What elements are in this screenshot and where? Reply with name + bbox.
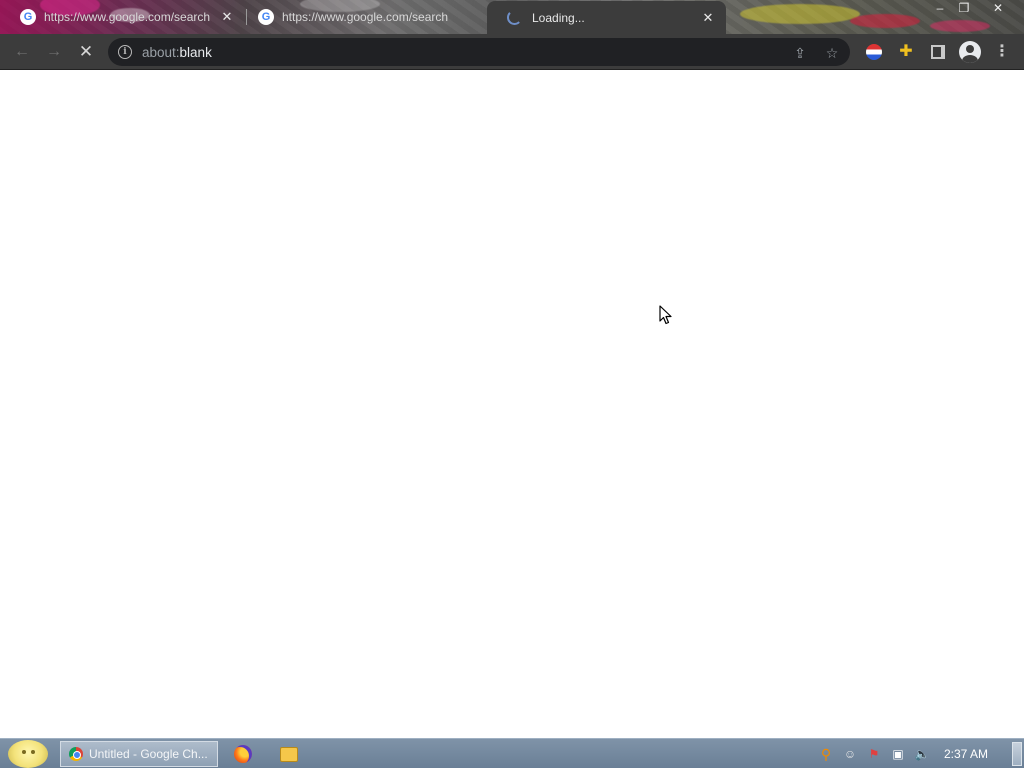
restore-icon[interactable]: ❐ <box>952 0 976 18</box>
theme-splatter <box>850 14 920 28</box>
page-content[interactable] <box>0 70 1024 738</box>
tab-close-icon[interactable]: ✕ <box>700 10 716 26</box>
url-scheme: about: <box>142 44 180 60</box>
share-icon[interactable]: ⇪ <box>792 45 808 61</box>
theme-splatter <box>740 4 860 24</box>
network-icon[interactable]: ▣ <box>890 746 906 762</box>
bookmark-star-icon[interactable]: ☆ <box>824 45 840 61</box>
chrome-icon <box>69 747 83 761</box>
theme-splatter <box>930 20 990 32</box>
loading-spinner-icon <box>507 10 522 25</box>
screen: G https://www.google.com/search ✕ G http… <box>0 0 1024 768</box>
google-g-icon: G <box>20 9 36 25</box>
forward-arrow-icon[interactable]: → <box>42 40 66 64</box>
extensions-puzzle-icon[interactable]: ✚ <box>896 42 916 62</box>
menu-kebab-icon[interactable]: ⋮ <box>992 42 1012 62</box>
folder-icon[interactable] <box>280 747 298 762</box>
search-magnifier-icon[interactable]: ⚲ <box>818 746 834 762</box>
address-bar[interactable]: i about:blank ⇪ ☆ <box>108 38 850 66</box>
tab-title: https://www.google.com/search <box>282 10 449 24</box>
back-arrow-icon[interactable]: ← <box>10 40 34 64</box>
site-info-icon[interactable]: i <box>118 45 132 59</box>
browser-toolbar: ← → ✕ i about:blank ⇪ ☆ ✚ ⋮ <box>0 34 1024 70</box>
start-smiley-icon[interactable] <box>8 740 48 768</box>
close-icon[interactable]: ✕ <box>986 0 1010 18</box>
tab-close-icon[interactable]: ✕ <box>219 9 235 25</box>
extension-flag-icon[interactable] <box>864 42 884 62</box>
stop-loading-icon[interactable]: ✕ <box>74 40 98 64</box>
volume-icon[interactable]: 🔈 <box>914 746 930 762</box>
profile-avatar-icon[interactable] <box>959 41 981 63</box>
url-text[interactable]: about:blank <box>142 45 212 60</box>
minimize-icon[interactable]: – <box>928 0 952 18</box>
tab-strip: G https://www.google.com/search ✕ G http… <box>0 0 1024 34</box>
url-host: blank <box>179 44 212 60</box>
firefox-icon[interactable] <box>234 745 252 763</box>
taskbar-window-chrome[interactable]: Untitled - Google Ch... <box>60 741 218 767</box>
taskbar-clock[interactable]: 2:37 AM <box>944 747 988 761</box>
side-panel-icon[interactable] <box>928 42 948 62</box>
tab-google-search-1[interactable]: G https://www.google.com/search ✕ <box>0 2 245 32</box>
flag-alert-icon[interactable]: ⚑ <box>866 746 882 762</box>
tab-loading-active[interactable]: Loading... ✕ <box>487 1 726 34</box>
tab-title: https://www.google.com/search <box>44 10 211 24</box>
mouse-cursor-icon <box>659 305 672 325</box>
google-g-icon: G <box>258 9 274 25</box>
show-desktop-button[interactable] <box>1012 742 1022 766</box>
tab-title: Loading... <box>532 10 585 25</box>
tab-google-search-2[interactable]: G https://www.google.com/search <box>238 2 483 32</box>
taskbar-window-label: Untitled - Google Ch... <box>89 747 208 761</box>
smiley-status-icon[interactable]: ☺ <box>842 746 858 762</box>
os-taskbar: Untitled - Google Ch... ⚲ ☺ ⚑ ▣ 🔈 2:37 A… <box>0 738 1024 768</box>
